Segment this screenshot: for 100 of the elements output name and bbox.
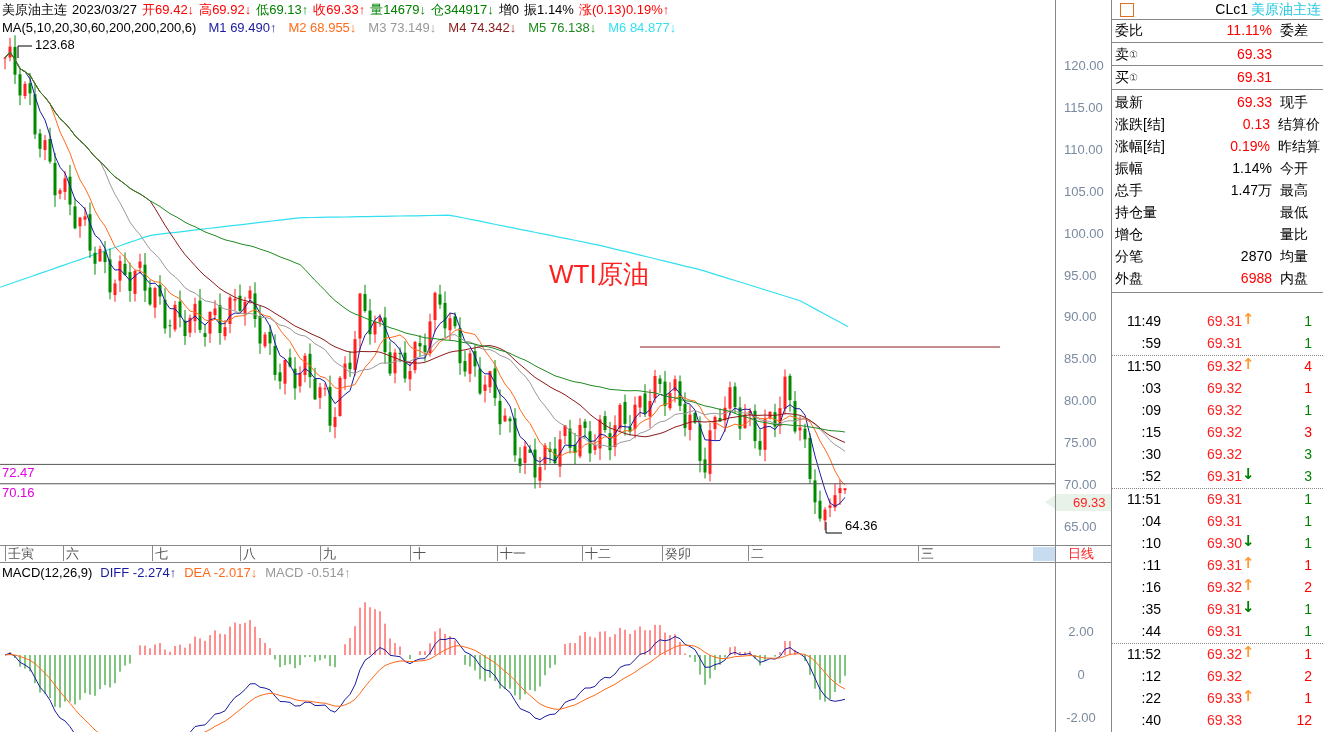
- time-axis-label: 十一: [497, 546, 526, 561]
- leader-line: [17, 45, 33, 59]
- field-label: 最低: [1280, 203, 1308, 223]
- trade-time: :16: [1140, 578, 1161, 598]
- trade-price: 69.30: [1207, 534, 1243, 554]
- chart-title: WTI原油: [549, 258, 649, 290]
- field-label: 委比: [1115, 21, 1144, 41]
- level-marker: ①: [1129, 72, 1139, 86]
- trade-price: 69.32: [1207, 379, 1243, 399]
- trade-time: :22: [1140, 689, 1161, 709]
- contract-name: 美原油主连: [1251, 0, 1321, 19]
- trade-price: 69.33: [1207, 689, 1243, 709]
- trade-volume: 1: [1304, 557, 1312, 574]
- field-label: 均量: [1280, 247, 1308, 267]
- field-label: 现手: [1280, 93, 1308, 113]
- trade-volume: 1: [1304, 646, 1312, 663]
- field-label: 内盘: [1280, 269, 1308, 289]
- field-label: 最高: [1280, 181, 1308, 201]
- trade-price: 69.31: [1207, 467, 1243, 487]
- field-value: 1.14%: [1232, 160, 1272, 177]
- high-price-label: 123.68: [35, 37, 75, 53]
- trade-price: 69.32: [1207, 423, 1243, 443]
- ma-value-text: M3 73.149↓: [368, 19, 437, 37]
- field-label: 振幅: [1115, 159, 1144, 179]
- price-axis-label: 85.00: [1064, 351, 1097, 368]
- level-line-label: 70.16: [2, 484, 35, 501]
- trade-volume: 1: [1304, 535, 1312, 552]
- field-value: 69.33: [1236, 94, 1272, 111]
- trade-time: :09: [1140, 401, 1161, 421]
- price-arrow: ↑: [1242, 356, 1255, 376]
- level-line-label: 72.47: [2, 465, 35, 482]
- price-arrow: ↑: [1242, 555, 1255, 575]
- price-axis-label: 120.00: [1064, 58, 1104, 74]
- time-axis-label: 七: [152, 546, 168, 561]
- trade-price: 69.32: [1207, 578, 1243, 598]
- trade-time: :30: [1140, 445, 1161, 465]
- trade-price: 69.31: [1207, 600, 1243, 620]
- trade-volume: 12: [1296, 712, 1312, 729]
- trade-volume: 1: [1304, 623, 1312, 640]
- trade-time: :11: [1141, 556, 1161, 576]
- scroll-thumb[interactable]: [1033, 547, 1055, 561]
- time-axis-label: 十二: [582, 546, 611, 561]
- quote-summary-text: 2023/03/27: [72, 1, 138, 19]
- price-arrow: ↑: [1242, 644, 1255, 664]
- trade-price: 69.31: [1207, 490, 1243, 510]
- ma-settings-text: MA(5,10,20,30,60,200,200,200,6): [2, 19, 197, 37]
- field-value: 0.19%: [1230, 138, 1270, 155]
- trade-time: 11:50: [1126, 357, 1161, 377]
- trade-time: 11:51: [1126, 490, 1161, 510]
- window-icon[interactable]: [1120, 2, 1134, 17]
- quote-summary-text: 涨(0.13)0.19%↑: [578, 1, 670, 19]
- quote-summary-text: 量14679↓: [370, 1, 426, 19]
- trade-volume: 3: [1304, 446, 1312, 463]
- field-value: 2870: [1240, 248, 1272, 265]
- field-label: 最新: [1115, 93, 1144, 113]
- price-arrow: ↓: [1242, 466, 1255, 486]
- time-axis-label: 十: [410, 546, 426, 561]
- field-label: 量比: [1280, 225, 1308, 245]
- price-axis-label: 100.00: [1064, 225, 1104, 242]
- leader-line: [825, 521, 843, 534]
- price-axis-label: 110.00: [1064, 141, 1103, 158]
- price-axis-label: 90.00: [1064, 309, 1097, 326]
- macd-axis-label: -2.00: [1065, 710, 1097, 726]
- field-label: 买: [1115, 68, 1129, 88]
- trade-time: :15: [1140, 423, 1161, 443]
- trade-volume: 2: [1304, 579, 1312, 596]
- field-label: 委差: [1280, 21, 1308, 41]
- field-label: 分笔: [1115, 247, 1144, 267]
- trade-price: 69.31: [1207, 556, 1243, 576]
- trade-price: 69.32: [1207, 667, 1243, 687]
- price-arrow: ↑: [1242, 577, 1255, 597]
- price-axis-label: 65.00: [1064, 519, 1097, 535]
- trade-price: 69.31: [1207, 512, 1243, 532]
- time-axis-label: 壬寅: [5, 546, 34, 561]
- trade-price: 69.32: [1207, 401, 1243, 421]
- ma-value-text: M2 68.955↓: [288, 19, 357, 37]
- trade-volume: 4: [1304, 358, 1312, 375]
- period-label[interactable]: 日线: [1055, 546, 1112, 562]
- trade-time: 11:52: [1126, 645, 1161, 665]
- trade-volume: 3: [1304, 468, 1312, 485]
- price-arrow: ↑: [1242, 688, 1255, 708]
- trade-volume: 3: [1304, 424, 1312, 441]
- trade-time: :10: [1140, 534, 1161, 554]
- field-value: 69.31: [1235, 68, 1272, 88]
- trade-volume: 1: [1304, 313, 1312, 330]
- quote-summary-text: 低69.13↑: [256, 1, 309, 19]
- macd-value-text: DIFF -2.274↑: [100, 565, 177, 581]
- trade-time: :59: [1140, 334, 1161, 354]
- price-axis-label: 115.00: [1064, 99, 1103, 116]
- field-value: 1.47万: [1230, 182, 1272, 199]
- price-arrow: ↑: [1242, 311, 1255, 331]
- trade-time: :12: [1140, 667, 1161, 687]
- field-label: 涨幅[结]: [1115, 137, 1166, 157]
- field-value: 6988: [1240, 270, 1272, 287]
- ma-value-text: M6 84.877↓: [608, 19, 677, 37]
- quote-summary-text: 仓344917↓: [430, 1, 494, 19]
- price-arrow: ↓: [1242, 599, 1255, 619]
- trade-time: 11:49: [1126, 312, 1161, 332]
- quote-summary-text: 增0: [498, 1, 520, 19]
- trade-time: :03: [1140, 379, 1161, 399]
